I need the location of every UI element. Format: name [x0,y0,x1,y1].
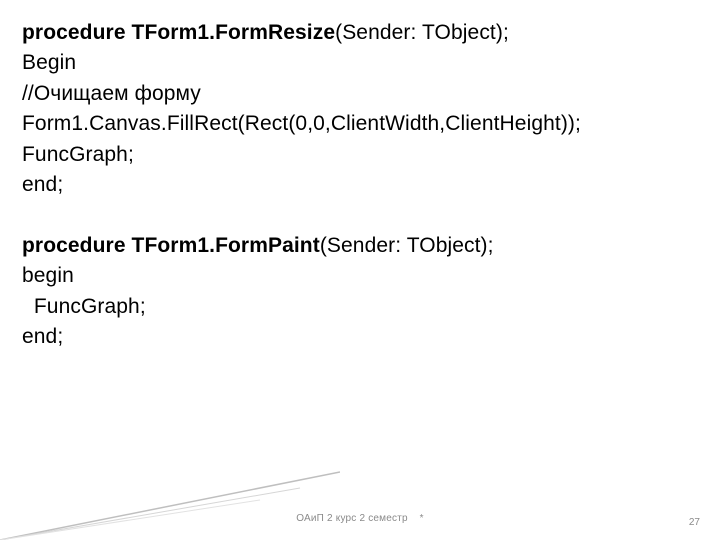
code-line-4: Form1.Canvas.FillRect(Rect(0,0,ClientWid… [22,109,698,139]
proc-resize-params: (Sender: TObject); [335,21,509,44]
slide: procedure TForm1.FormResize(Sender: TObj… [0,0,720,540]
proc-resize-name: procedure TForm1.FormResize [22,21,335,44]
proc-paint-name: procedure TForm1.FormPaint [22,234,320,257]
code-line-6: end; [22,170,698,200]
proc-paint-params: (Sender: TObject); [320,234,494,257]
code-line-10: FuncGraph; [22,292,698,322]
code-line-8: procedure TForm1.FormPaint(Sender: TObje… [22,231,698,261]
blank-line [22,201,698,231]
page-number: 27 [689,517,700,528]
code-line-9: begin [22,261,698,291]
code-line-2: Begin [22,48,698,78]
code-line-5: FuncGraph; [22,140,698,170]
footer-course: ОАиП 2 курс 2 семестр * [296,513,424,524]
code-line-1: procedure TForm1.FormResize(Sender: TObj… [22,18,698,48]
code-line-11: end; [22,322,698,352]
code-line-3: //Очищаем форму [22,79,698,109]
footer: ОАиП 2 курс 2 семестр * [0,508,720,528]
